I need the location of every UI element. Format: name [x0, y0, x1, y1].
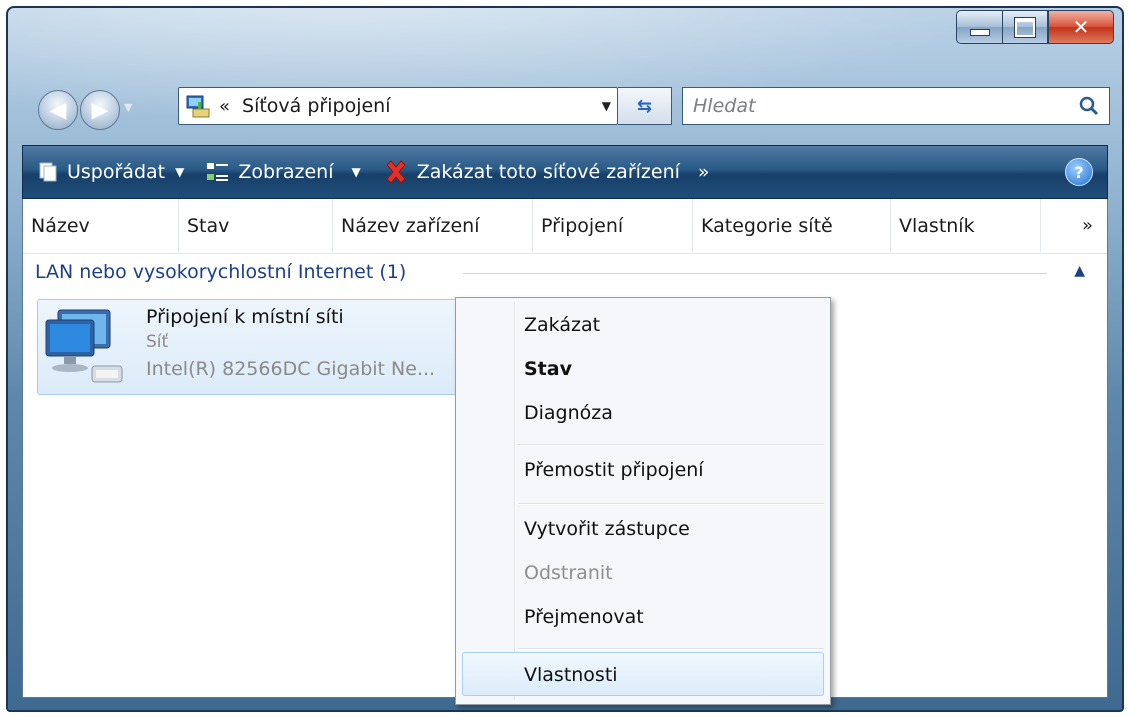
menu-item-properties-highlight[interactable] [462, 652, 824, 696]
menu-item-status[interactable]: Stav [524, 358, 572, 380]
back-button[interactable]: ◀ [38, 90, 78, 130]
views-icon [207, 163, 229, 181]
disable-device-button[interactable]: Zakázat toto síťové zařízení [383, 159, 680, 185]
address-dropdown-icon[interactable]: ▼ [602, 99, 611, 113]
close-button[interactable]: ✕ [1048, 10, 1114, 44]
connection-device: Intel(R) 82566DC Gigabit Ne... [146, 358, 436, 380]
back-arrow-icon: ◀ [49, 97, 67, 123]
help-icon: ? [1074, 162, 1084, 182]
menu-item-diagnose[interactable]: Diagnóza [524, 402, 613, 424]
search-box[interactable]: Hledat [682, 87, 1110, 125]
caption-buttons: ✕ [956, 10, 1114, 44]
menu-item-rename[interactable]: Přejmenovat [524, 606, 644, 628]
views-button[interactable]: Zobrazení ▼ [206, 161, 361, 183]
more-columns-button[interactable]: » [1082, 215, 1093, 236]
refresh-icon: ⇆ [636, 95, 653, 117]
column-headers: Název Stav Název zařízení Připojení Kate… [23, 199, 1107, 254]
chevron-down-icon: ▼ [175, 165, 185, 179]
column-connection-label: Připojení [541, 214, 624, 237]
column-name-label: Název [31, 214, 90, 237]
search-icon[interactable] [1079, 96, 1099, 116]
menu-item-bridge[interactable]: Přemostit připojení [524, 459, 704, 481]
column-name[interactable]: Název [23, 199, 179, 252]
navigation-bar: ◀ ▶ ▼ « Síťová připojení ▼ ⇆ Hledat [38, 85, 1110, 133]
context-menu: Zakázat Stav Diagnóza Přemostit připojen… [455, 297, 831, 705]
column-status[interactable]: Stav [179, 199, 333, 252]
organize-label: Uspořádat [67, 161, 166, 183]
menu-item-create-shortcut[interactable]: Vytvořit zástupce [524, 518, 690, 540]
recent-pages-dropdown[interactable]: ▼ [124, 101, 132, 114]
column-network-category-label: Kategorie sítě [701, 214, 833, 237]
minimize-button[interactable] [956, 10, 1002, 44]
forward-arrow-icon: ▶ [91, 97, 109, 123]
group-label: LAN nebo vysokorychlostní Internet (1) [35, 261, 417, 283]
organize-icon [39, 162, 57, 182]
minimize-icon [969, 28, 990, 36]
breadcrumb-prefix[interactable]: « [219, 96, 230, 117]
chevron-down-icon: ▼ [351, 165, 361, 179]
connection-status: Síť [146, 332, 169, 352]
command-bar: Uspořádat ▼ Zobrazení ▼ Zakázat toto síť… [22, 145, 1108, 199]
maximize-button[interactable] [1002, 10, 1048, 44]
forward-button[interactable]: ▶ [80, 90, 120, 130]
group-divider [463, 273, 1047, 274]
help-button[interactable]: ? [1065, 158, 1093, 186]
column-network-category[interactable]: Kategorie sítě [693, 199, 891, 252]
network-folder-icon [185, 93, 211, 119]
menu-item-delete: Odstranit [524, 562, 613, 584]
column-owner-label: Vlastník [899, 214, 975, 237]
column-device-name[interactable]: Název zařízení [333, 199, 533, 252]
network-connection-item[interactable]: Připojení k místní síti Síť Intel(R) 825… [37, 299, 465, 395]
disable-device-label: Zakázat toto síťové zařízení [416, 161, 680, 183]
menu-separator [518, 503, 824, 505]
column-owner[interactable]: Vlastník [891, 199, 1041, 252]
menu-item-properties[interactable]: Vlastnosti [524, 664, 618, 686]
organize-button[interactable]: Uspořádat ▼ [37, 161, 184, 183]
breadcrumb-network-connections[interactable]: Síťová připojení [242, 95, 390, 117]
more-commands-label: » [697, 161, 710, 183]
group-header[interactable]: LAN nebo vysokorychlostní Internet (1) ▲ [23, 261, 1107, 291]
more-commands-button[interactable]: » [698, 161, 710, 183]
menu-separator [518, 648, 824, 650]
column-connection[interactable]: Připojení [533, 199, 693, 252]
collapse-group-icon[interactable]: ▲ [1074, 263, 1085, 279]
maximize-icon [1015, 17, 1035, 37]
views-label: Zobrazení [238, 161, 334, 183]
menu-separator [518, 444, 824, 446]
menu-item-disable[interactable]: Zakázat [524, 314, 600, 336]
address-bar[interactable]: « Síťová připojení ▼ [178, 87, 618, 125]
column-status-label: Stav [187, 214, 230, 237]
red-x-icon [386, 160, 406, 184]
close-icon: ✕ [1072, 15, 1090, 39]
connection-name: Připojení k místní síti [146, 306, 344, 328]
network-connection-icon [44, 306, 128, 390]
refresh-button[interactable]: ⇆ [618, 87, 672, 125]
column-device-name-label: Název zařízení [341, 214, 480, 237]
search-input[interactable]: Hledat [693, 95, 755, 117]
